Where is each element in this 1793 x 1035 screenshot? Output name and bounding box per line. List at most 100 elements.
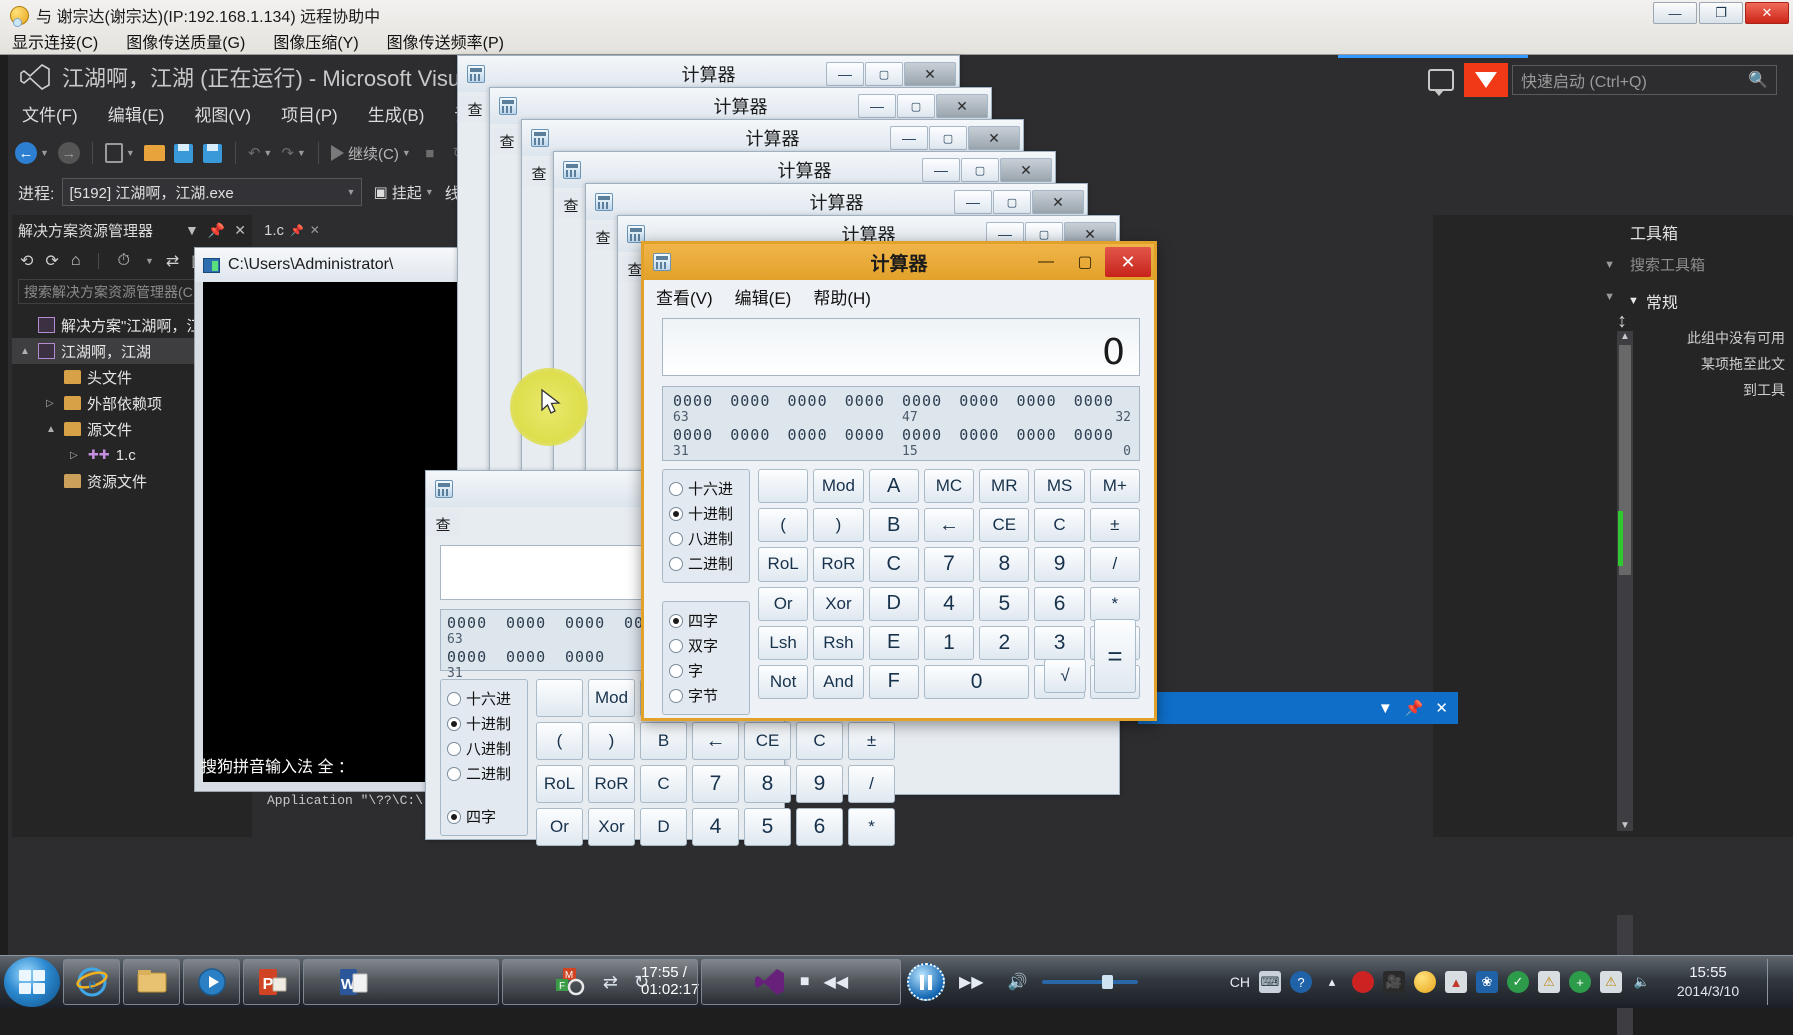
toolbox-search-input[interactable]: 搜索工具箱 <box>1618 249 1793 279</box>
radio-dec[interactable]: 十进制 <box>447 711 527 736</box>
start-button[interactable] <box>4 957 60 1007</box>
key-ror[interactable]: RoR <box>588 765 635 803</box>
key-equals[interactable]: = <box>1094 619 1136 693</box>
key-9[interactable]: 9 <box>1034 547 1085 582</box>
twisty-icon[interactable]: ▲ <box>20 346 32 357</box>
msn-icon[interactable] <box>1414 971 1436 993</box>
twisty-icon[interactable]: ▼ <box>1628 295 1639 307</box>
new-project-button[interactable]: ▼ <box>102 138 138 168</box>
repeat-icon[interactable]: ↻ <box>634 972 649 993</box>
menu-file[interactable]: 文件(F) <box>18 99 82 128</box>
back-icon[interactable]: ⟲ <box>20 251 33 271</box>
key-plusminus[interactable]: ± <box>848 722 895 760</box>
stop-record-icon[interactable] <box>1352 971 1374 993</box>
show-hidden-icons-icon[interactable]: ▴ <box>1321 971 1343 993</box>
key-multiply[interactable]: * <box>848 808 895 846</box>
key-mod[interactable]: Mod <box>588 679 635 717</box>
navigate-back-button[interactable]: ← ▼ <box>12 138 52 168</box>
help-icon[interactable]: ? <box>1290 971 1312 993</box>
key-7[interactable]: 7 <box>692 765 739 803</box>
key-mc[interactable]: MC <box>923 469 975 504</box>
key-rol[interactable]: RoL <box>758 547 809 582</box>
menu-image-compress[interactable]: 图像压缩(Y) <box>269 28 362 54</box>
calculator-window-active[interactable]: 计算器 — ▢ ✕ 查看(V) 编辑(E) 帮助(H) 0 0000 0000 … <box>641 241 1157 721</box>
save-button[interactable] <box>171 138 197 168</box>
key-7[interactable]: 7 <box>923 547 975 582</box>
radio-dot-icon[interactable] <box>669 663 683 678</box>
key-and[interactable]: And <box>813 664 864 699</box>
key-4[interactable]: 4 <box>692 808 739 846</box>
editor-tab-1c[interactable]: 1.c 📌 ✕ <box>256 215 336 245</box>
key-ms[interactable]: MS <box>1034 469 1085 504</box>
fast-forward-icon[interactable]: ▶▶ <box>959 972 984 992</box>
radio-oct[interactable]: 八进制 <box>447 736 527 761</box>
maximize-button[interactable]: ❐ <box>1699 2 1743 24</box>
calculator-menubar[interactable]: 查看(V) 编辑(E) 帮助(H) <box>656 284 871 309</box>
key-e[interactable]: E <box>868 625 919 660</box>
key-3[interactable]: 3 <box>1034 625 1085 660</box>
radio-dot-icon[interactable] <box>447 741 461 756</box>
word-size-radio-group[interactable]: 四字 双字 字 字节 <box>662 601 750 715</box>
radio-bin[interactable]: 二进制 <box>447 761 527 786</box>
calculator-menu-view[interactable]: 查 <box>586 224 620 250</box>
forward-icon[interactable]: ⟳ <box>45 251 58 271</box>
twisty-icon[interactable]: ▷ <box>70 450 82 461</box>
key-4[interactable]: 4 <box>923 586 975 621</box>
redo-button[interactable]: ↷ ▼ <box>278 138 309 168</box>
radio-hex[interactable]: 十六进 <box>669 476 749 501</box>
network-warning-icon[interactable]: ⚠ <box>1600 971 1622 993</box>
key-c[interactable]: C <box>1034 508 1085 543</box>
key-9[interactable]: 9 <box>796 765 843 803</box>
taskbar-clock[interactable]: 15:55 2014/3/10 <box>1662 963 1754 1001</box>
stop-button[interactable]: ■ <box>417 138 443 168</box>
radio-byte[interactable]: 字节 <box>669 683 749 708</box>
sync-icon[interactable]: ⇄ <box>166 251 179 271</box>
menu-edit[interactable]: 编辑(E) <box>735 284 792 309</box>
update-icon[interactable]: + <box>1569 971 1591 993</box>
windows-taskbar[interactable]: e P W 17:55 / 01:02:17 M <box>0 955 1793 1008</box>
taskbar-word-button[interactable]: W 17:55 / 01:02:17 <box>303 959 699 1005</box>
radio-word[interactable]: 字 <box>669 658 749 683</box>
key-multiply[interactable]: * <box>1089 586 1140 621</box>
rewind-icon[interactable]: ◀◀ <box>824 972 849 992</box>
close-icon[interactable]: ✕ <box>234 222 246 239</box>
menu-show-connection[interactable]: 显示连接(C) <box>8 28 102 54</box>
feedback-speech-icon[interactable] <box>1428 69 1454 96</box>
quick-launch-input[interactable]: 快速启动 (Ctrl+Q) 🔍 <box>1512 65 1777 95</box>
radio-qword[interactable]: 四字 <box>447 804 527 829</box>
key-lparen[interactable]: ( <box>536 722 583 760</box>
key-or[interactable]: Or <box>536 808 583 846</box>
pin-icon[interactable]: 📌 <box>208 222 225 239</box>
shuffle-icon[interactable]: ⇄ <box>603 972 618 993</box>
key-lparen[interactable]: ( <box>758 508 809 543</box>
number-base-radio-group[interactable]: 十六进 十进制 八进制 二进制 <box>662 469 750 583</box>
key-c2[interactable]: C <box>640 765 687 803</box>
scroll-up-arrow-icon[interactable]: ▲ <box>1620 331 1630 342</box>
close-icon[interactable]: ✕ <box>310 223 320 237</box>
key-d[interactable]: D <box>868 586 919 621</box>
send-feedback-icon[interactable] <box>1464 63 1508 97</box>
panel-splitter-handle[interactable]: ↕ <box>1617 310 1627 333</box>
chevron-down-icon[interactable]: ▼ <box>1378 700 1393 717</box>
taskbar-powerpoint-button[interactable]: P <box>243 959 300 1005</box>
key-divide[interactable]: / <box>1089 547 1140 582</box>
radio-bin[interactable]: 二进制 <box>669 551 749 576</box>
menu-project[interactable]: 项目(P) <box>277 99 342 128</box>
chevron-down-icon[interactable]: ▼ <box>185 222 199 239</box>
radio-dot-icon[interactable] <box>669 638 683 653</box>
volume-slider[interactable] <box>1041 975 1138 989</box>
calculator-bit-panel[interactable]: 0000 0000 0000 0000 0000 0000 0000 0000 … <box>662 386 1140 461</box>
key-c-hex[interactable]: C <box>868 547 919 582</box>
key-or[interactable]: Or <box>758 586 809 621</box>
open-file-button[interactable] <box>141 138 168 168</box>
taskbar-office-button[interactable]: M F ⇄ ↻ <box>502 959 698 1005</box>
process-combo[interactable]: [5192] 江湖啊，江湖.exe ▼ <box>62 178 363 206</box>
key-1[interactable]: 1 <box>923 625 975 660</box>
calculator-menu-view[interactable]: 查 <box>490 128 524 154</box>
key-xor[interactable]: Xor <box>813 586 864 621</box>
radio-dec[interactable]: 十进制 <box>669 501 749 526</box>
taskbar-media-player-button[interactable] <box>183 959 240 1005</box>
calculator-titlebar-active[interactable]: 计算器 — ▢ ✕ <box>644 244 1154 280</box>
radio-dot-icon[interactable] <box>669 688 683 703</box>
system-tray[interactable]: CH ⌨ ? ▴ 🎥 ▲ ❀ ✓ ⚠ + ⚠ 🔈 15:55 2014/3/10 <box>1230 959 1793 1005</box>
